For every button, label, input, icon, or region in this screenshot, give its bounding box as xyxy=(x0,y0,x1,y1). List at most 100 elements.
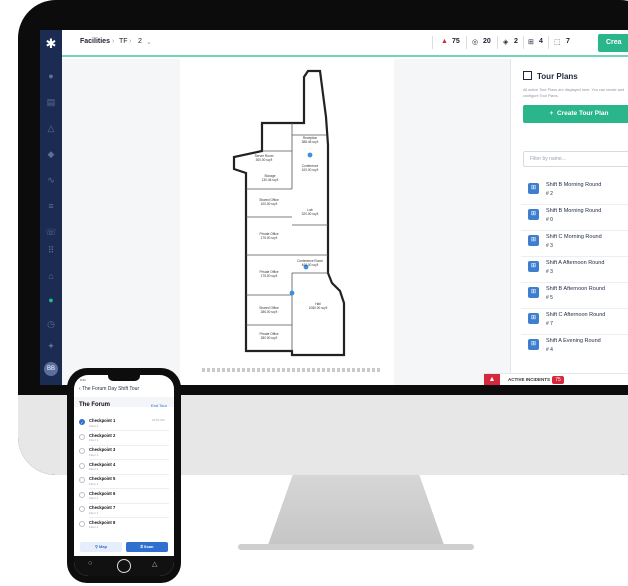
tour-number: # 7 xyxy=(546,321,553,327)
tour-name: Shift A Evening Round xyxy=(546,338,601,344)
layers-icon: ◈ xyxy=(503,39,509,46)
zones-count[interactable]: 7 xyxy=(566,38,570,45)
sidebar-shield-icon[interactable]: ◆ xyxy=(45,148,57,160)
sidebar-lock-icon[interactable]: ● xyxy=(45,294,57,306)
sidebar-building-icon[interactable]: ▤ xyxy=(45,96,57,108)
tour-list-item[interactable]: ⊞ Shift B Morning Round # 0 xyxy=(521,205,628,231)
svg-text:100.00 sq ft: 100.00 sq ft xyxy=(302,168,319,172)
checkpoint-floor: Floor 1 xyxy=(89,423,99,428)
phone-frame: 9:41 ‹ The Forum Day Shift Tour The Foru… xyxy=(67,368,181,583)
tour-number: # 3 xyxy=(546,243,553,249)
divider xyxy=(89,473,169,475)
svg-text:388.46 sq ft: 388.46 sq ft xyxy=(302,140,319,144)
layers-count[interactable]: 2 xyxy=(514,38,518,45)
panel-description: All active Tour Plans are displayed here… xyxy=(523,88,625,98)
checkpoint-floor: Floor 1 xyxy=(89,467,99,471)
checkpoint-item[interactable]: Checkpoint 7 Floor 1 xyxy=(74,504,174,519)
floor-plan-canvas[interactable]: Reception 388.46 sq ft Conference 100.00… xyxy=(180,59,394,385)
cameras-count[interactable]: 20 xyxy=(483,38,491,45)
tour-list-item[interactable]: ⊞ Shift C Afternoon Round # 7 xyxy=(521,309,628,335)
divider xyxy=(89,459,169,460)
sidebar-grid-icon[interactable]: ⠿ xyxy=(45,244,57,256)
chevron-down-icon[interactable]: ⌄ xyxy=(146,38,152,46)
tour-number: # 5 xyxy=(546,295,553,301)
checkpoint-item[interactable]: Checkpoint 4 Floor 1 xyxy=(74,461,174,476)
divider xyxy=(89,517,169,518)
plus-icon: + xyxy=(549,110,557,117)
scan-button[interactable]: ⌗ Scan xyxy=(126,542,168,552)
checkpoint-item[interactable]: Checkpoint 6 Floor 1 xyxy=(74,490,174,505)
sidebar-clock-icon[interactable]: ◷ xyxy=(45,318,57,330)
radio-circle-icon xyxy=(79,506,85,512)
sidebar-alert-icon[interactable]: △ xyxy=(45,122,57,134)
triangle-nav-icon[interactable]: △ xyxy=(152,560,157,568)
tour-list-item[interactable]: ⊞ Shift A Afternoon Round # 3 xyxy=(521,257,628,283)
sidebar-list-icon[interactable]: ≡ xyxy=(45,200,57,212)
checkpoint-item[interactable]: Checkpoint 3 Floor 1 xyxy=(74,446,174,461)
tour-list-item[interactable]: ⊞ Shift A Evening Round # 4 xyxy=(521,335,628,359)
checkpoint-time: 10:51 AM xyxy=(152,418,165,422)
sidebar-phone-icon[interactable]: ☏ xyxy=(45,226,57,238)
map-label: Map xyxy=(99,544,108,549)
create-button[interactable]: Crea xyxy=(598,34,628,52)
panel-title: Tour Plans xyxy=(537,72,578,81)
checkpoint-name: Checkpoint 4 xyxy=(89,461,116,467)
sidebar-home-icon[interactable]: ● xyxy=(45,70,57,82)
tour-name: Shift C Afternoon Round xyxy=(546,312,606,318)
device-mockup: ✱ ● ▤ △ ◆ ∿ ≡ ☏ ⠿ ⌂ ● ◷ ✦ BB Facilities … xyxy=(0,0,628,586)
tour-name: Shift B Afternoon Round xyxy=(546,286,606,292)
topbar: Facilities › TF › 2 ⌄ ▲ 75 ◎ 20 ◈ 2 ⊞ 4 … xyxy=(62,30,628,57)
incidents-label: ACTIVE INCIDENTS xyxy=(508,377,551,382)
monitor-stand xyxy=(268,475,444,545)
create-tour-plan-button[interactable]: + Create Tour Plan xyxy=(523,105,628,123)
sidebar-settings-icon[interactable]: ✦ xyxy=(45,340,57,352)
tour-list-item[interactable]: ⊞ Shift B Afternoon Round # 5 xyxy=(521,283,628,309)
breadcrumb-floor[interactable]: 2 xyxy=(138,38,142,45)
svg-text:175.00 sq ft: 175.00 sq ft xyxy=(261,274,278,278)
radio-circle-icon xyxy=(79,433,85,440)
checkpoint-item[interactable]: Checkpoint 8 Floor 1 xyxy=(74,519,174,534)
back-button[interactable]: ‹ The Forum Day Shift Tour xyxy=(79,386,139,392)
tour-icon: ⊞ xyxy=(528,287,539,298)
divider xyxy=(523,36,524,49)
dashed-square-icon: ⬚ xyxy=(554,39,561,46)
map-button[interactable]: ⚲ Map xyxy=(80,542,122,552)
checkpoint-floor: Floor 1 xyxy=(89,496,99,500)
circle-nav-icon[interactable]: ○ xyxy=(88,560,92,567)
tour-list-item[interactable]: ⊞ Shift B Morning Round # 2 xyxy=(521,179,628,205)
checkpoint-item[interactable]: Checkpoint 5 Floor 1 xyxy=(74,475,174,490)
tour-list-item[interactable]: ⊞ Shift C Morning Round # 3 xyxy=(521,231,628,257)
checkpoint-item[interactable]: ✓ Checkpoint 1 Floor 1 10:51 AM xyxy=(74,417,174,432)
logo-icon[interactable]: ✱ xyxy=(43,36,59,52)
filter-input[interactable]: Filter by name... xyxy=(523,151,628,167)
breadcrumb-site[interactable]: TF xyxy=(119,38,128,45)
warning-icon: ▲ xyxy=(484,374,500,385)
active-incidents-bar[interactable]: ▲ ACTIVE INCIDENTS 75 xyxy=(484,373,628,385)
floor-plan-drawing: Reception 388.46 sq ft Conference 100.00… xyxy=(232,69,346,357)
incidents-count[interactable]: 75 xyxy=(452,38,460,45)
breadcrumb-facilities[interactable]: Facilities xyxy=(80,38,110,45)
sidebar-route-icon[interactable]: ∿ xyxy=(45,174,57,186)
end-tour-button[interactable]: End Tour xyxy=(151,403,167,408)
tour-number: # 4 xyxy=(546,347,553,353)
checkpoint-floor: Floor 1 xyxy=(89,510,99,515)
svg-text:130.46 sq ft: 130.46 sq ft xyxy=(262,178,279,182)
divider xyxy=(548,36,549,49)
home-button[interactable] xyxy=(117,559,131,573)
tour-number: # 2 xyxy=(546,191,553,197)
check-icon: ✓ xyxy=(79,419,85,425)
svg-text:400.00 sq ft: 400.00 sq ft xyxy=(302,263,319,267)
sidebar-car-icon[interactable]: ⌂ xyxy=(45,270,57,282)
checkpoint-item[interactable]: Checkpoint 2 Floor 1 xyxy=(74,432,174,447)
avatar[interactable]: BB xyxy=(44,362,58,376)
divider xyxy=(89,488,169,489)
grid-count[interactable]: 4 xyxy=(539,38,543,45)
radio-circle-icon xyxy=(79,448,85,454)
svg-text:1080.00 sq ft: 1080.00 sq ft xyxy=(309,306,328,310)
tour-title: The Forum Day Shift Tour xyxy=(81,386,140,392)
phone-nav-bar: ○ △ xyxy=(74,556,174,576)
svg-text:320.00 sq ft: 320.00 sq ft xyxy=(302,212,319,216)
warning-icon: ▲ xyxy=(441,38,448,45)
checkpoint-name: Checkpoint 7 xyxy=(89,505,116,510)
monitor-stand-base xyxy=(238,544,474,550)
